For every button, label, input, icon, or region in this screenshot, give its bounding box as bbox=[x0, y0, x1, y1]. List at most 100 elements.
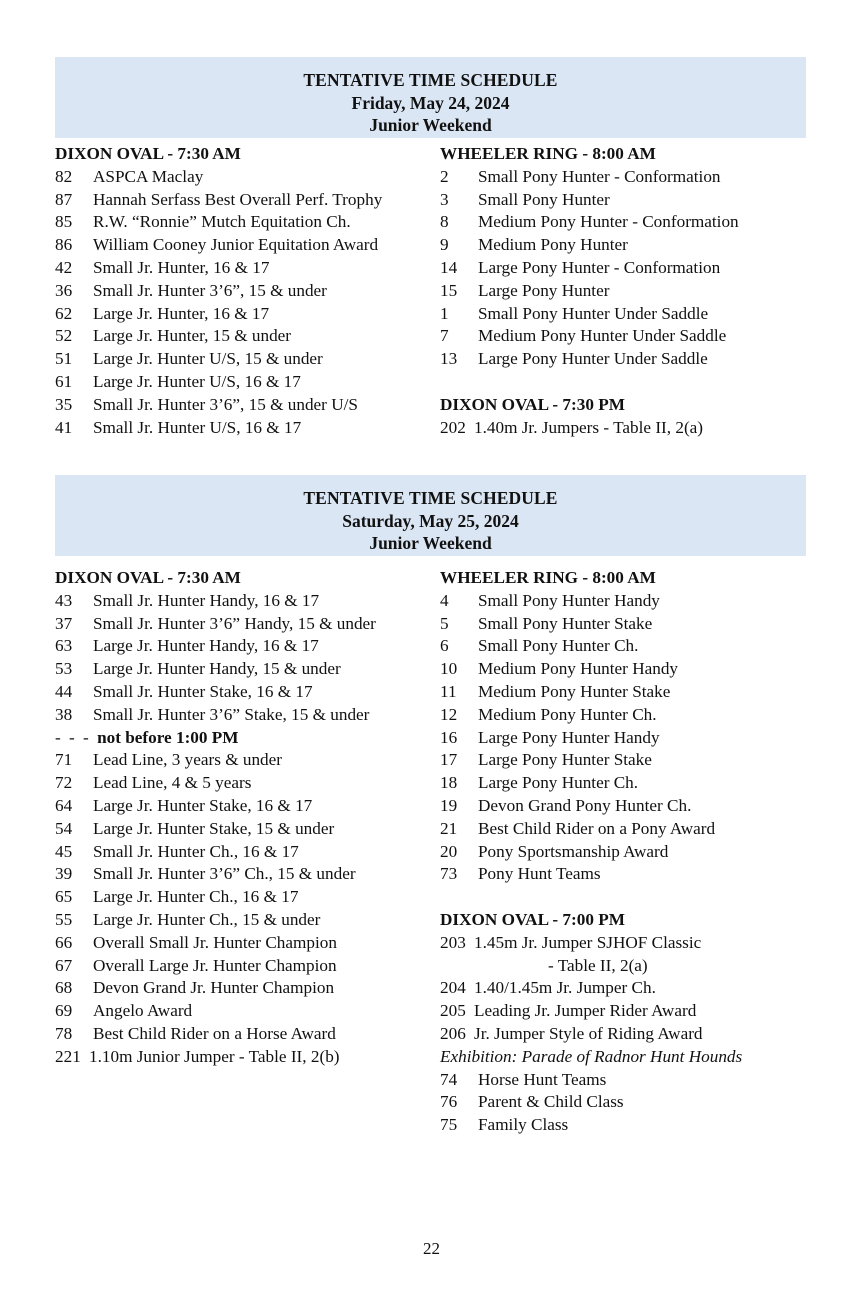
class-description: Large Jr. Hunter Stake, 16 & 17 bbox=[93, 795, 313, 815]
class-number: 203 bbox=[440, 932, 466, 952]
class-number: 61 bbox=[55, 371, 73, 391]
class-entry: 45 Small Jr. Hunter Ch., 16 & 17 bbox=[55, 841, 445, 864]
page-number: 22 bbox=[423, 1239, 440, 1258]
class-entry: 76 Parent & Child Class bbox=[440, 1091, 840, 1114]
class-description: Small Jr. Hunter, 16 & 17 bbox=[93, 257, 270, 277]
class-description: Large Pony Hunter Under Saddle bbox=[478, 349, 708, 369]
class-number: 5 bbox=[440, 613, 449, 633]
class-number: 3 bbox=[440, 189, 449, 209]
ring-heading: DIXON OVAL - 7:30 AM bbox=[55, 567, 445, 590]
class-number: 42 bbox=[55, 257, 73, 277]
ring-name: DIXON OVAL bbox=[55, 144, 164, 163]
class-description: Leading Jr. Jumper Rider Award bbox=[474, 1001, 697, 1021]
class-entry: 10 Medium Pony Hunter Handy bbox=[440, 658, 840, 681]
class-description: Small Jr. Hunter U/S, 16 & 17 bbox=[93, 417, 302, 437]
class-description: William Cooney Junior Equitation Award bbox=[93, 235, 379, 255]
schedule-column-friday-dixon-oval: DIXON OVAL - 7:30 AM 82 ASPCA Maclay 87 Hann… bbox=[55, 143, 445, 439]
class-entry: 65 Large Jr. Hunter Ch., 16 & 17 bbox=[55, 886, 445, 909]
class-entry: 37 Small Jr. Hunter 3’6” Handy, 15 & unde… bbox=[55, 613, 445, 636]
ring-heading: WHEELER RING - 8:00 AM bbox=[440, 143, 840, 166]
class-description: Small Pony Hunter Handy bbox=[478, 590, 660, 610]
class-description: Best Child Rider on a Horse Award bbox=[93, 1023, 336, 1043]
class-number: 43 bbox=[55, 590, 73, 610]
schedule-subtitle-saturday: Junior Weekend bbox=[369, 533, 492, 554]
class-number: 37 bbox=[55, 613, 73, 633]
class-entry: 86 William Cooney Junior Equitation Award bbox=[55, 234, 445, 257]
class-entry: 12 Medium Pony Hunter Ch. bbox=[440, 704, 840, 727]
class-entry: 67 Overall Large Jr. Hunter Champion bbox=[55, 955, 445, 978]
schedule-column-saturday-wheeler-ring: WHEELER RING - 8:00 AM 4 Small Pony Hunter… bbox=[440, 567, 840, 1137]
class-entry: 43 Small Jr. Hunter Handy, 16 & 17 bbox=[55, 590, 445, 613]
class-number: 63 bbox=[55, 636, 73, 656]
class-number: 45 bbox=[55, 841, 73, 861]
class-description: Small Pony Hunter Ch. bbox=[478, 636, 639, 656]
class-description: Small Jr. Hunter 3’6”, 15 & under U/S bbox=[93, 394, 358, 414]
ring-heading: WHEELER RING - 8:00 AM bbox=[440, 567, 840, 590]
class-entry: 35 Small Jr. Hunter 3’6”, 15 & under U/S bbox=[55, 394, 445, 417]
ring-name: WHEELER RING bbox=[440, 568, 579, 587]
class-entry: 73 Pony Hunt Teams bbox=[440, 863, 840, 886]
ring-separator: - bbox=[548, 909, 563, 929]
class-entry: 18 Large Pony Hunter Ch. bbox=[440, 772, 840, 795]
schedule-date-friday: Friday, May 24, 2024 bbox=[351, 92, 510, 113]
class-description: Horse Hunt Teams bbox=[478, 1069, 607, 1089]
note-text: not before 1:00 PM bbox=[97, 727, 239, 747]
class-entry: 87 Hannah Serfass Best Overall Perf. Trop… bbox=[55, 189, 445, 212]
class-entry: 51 Large Jr. Hunter U/S, 15 & under bbox=[55, 348, 445, 371]
class-entry: 17 Large Pony Hunter Stake bbox=[440, 749, 840, 772]
class-number: 38 bbox=[55, 704, 73, 724]
class-description: Small Jr. Hunter 3’6” Handy, 15 & under bbox=[93, 613, 376, 633]
schedule-column-saturday-dixon-oval: DIXON OVAL - 7:30 AM 43 Small Jr. Hunter H… bbox=[55, 567, 445, 1069]
class-description: Overall Large Jr. Hunter Champion bbox=[93, 955, 337, 975]
schedule-subtitle-friday: Junior Weekend bbox=[369, 115, 492, 136]
ring-name: DIXON OVAL bbox=[440, 909, 549, 929]
class-number: 55 bbox=[55, 909, 73, 929]
class-number: 41 bbox=[55, 417, 73, 437]
class-number: 78 bbox=[55, 1023, 73, 1043]
class-number: 82 bbox=[55, 166, 73, 186]
class-entry: 13 Large Pony Hunter Under Saddle bbox=[440, 348, 840, 371]
class-description: 1.40m Jr. Jumpers - Table II, 2(a) bbox=[474, 417, 704, 437]
class-number: 44 bbox=[55, 681, 73, 701]
class-description: Small Jr. Hunter Handy, 16 & 17 bbox=[93, 590, 320, 610]
ring-name: DIXON OVAL bbox=[440, 394, 549, 414]
class-entry: 69 Angelo Award bbox=[55, 1000, 445, 1023]
ring-name: DIXON OVAL bbox=[55, 568, 164, 587]
ring-time: 8:00 AM bbox=[592, 568, 656, 587]
class-entry: 16 Large Pony Hunter Handy bbox=[440, 727, 840, 750]
class-description: Large Jr. Hunter Ch., 15 & under bbox=[93, 909, 321, 929]
class-number: 13 bbox=[440, 349, 458, 369]
class-entry: 205 Leading Jr. Jumper Rider Award bbox=[440, 1000, 840, 1023]
class-description: Devon Grand Pony Hunter Ch. bbox=[478, 795, 692, 815]
class-description: Best Child Rider on a Pony Award bbox=[478, 818, 716, 838]
class-description: Large Pony Hunter Ch. bbox=[478, 773, 639, 793]
class-description: Small Jr. Hunter Stake, 16 & 17 bbox=[93, 681, 313, 701]
class-entry: 9 Medium Pony Hunter bbox=[440, 234, 840, 257]
class-entry: 3 Small Pony Hunter bbox=[440, 189, 840, 212]
class-number: 11 bbox=[440, 681, 457, 701]
class-description-continuation: - Table II, 2(a) bbox=[548, 955, 648, 975]
schedule-header-band-saturday: TENTATIVE TIME SCHEDULE Saturday, May 25… bbox=[55, 475, 806, 556]
class-number: 19 bbox=[440, 795, 458, 815]
class-number: 71 bbox=[55, 750, 73, 770]
class-description: Hannah Serfass Best Overall Perf. Trophy bbox=[93, 189, 383, 209]
class-description: ASPCA Maclay bbox=[93, 166, 204, 186]
class-description: Large Jr. Hunter, 16 & 17 bbox=[93, 303, 270, 323]
class-entry: 66 Overall Small Jr. Hunter Champion bbox=[55, 932, 445, 955]
schedule-column-friday-wheeler-ring: WHEELER RING - 8:00 AM 2 Small Pony Hunter… bbox=[440, 143, 840, 439]
class-description: Large Jr. Hunter Ch., 16 & 17 bbox=[93, 887, 299, 907]
class-description: Large Pony Hunter bbox=[478, 280, 610, 300]
class-entry: 14 Large Pony Hunter - Conformation bbox=[440, 257, 840, 280]
class-number: 67 bbox=[55, 955, 73, 975]
class-description: Small Pony Hunter - Conformation bbox=[478, 166, 721, 186]
ring-separator: - bbox=[163, 144, 178, 163]
class-entry: 82 ASPCA Maclay bbox=[55, 166, 445, 189]
class-number: 204 bbox=[440, 978, 466, 998]
class-entry: 71 Lead Line, 3 years & under bbox=[55, 749, 445, 772]
class-description: Large Jr. Hunter, 15 & under bbox=[93, 326, 292, 346]
class-number: 73 bbox=[440, 864, 458, 884]
class-description: Medium Pony Hunter Ch. bbox=[478, 704, 657, 724]
ring-time: 7:30 AM bbox=[177, 568, 241, 587]
class-number: 51 bbox=[55, 349, 73, 369]
class-entry: 39 Small Jr. Hunter 3’6” Ch., 15 & under bbox=[55, 863, 445, 886]
